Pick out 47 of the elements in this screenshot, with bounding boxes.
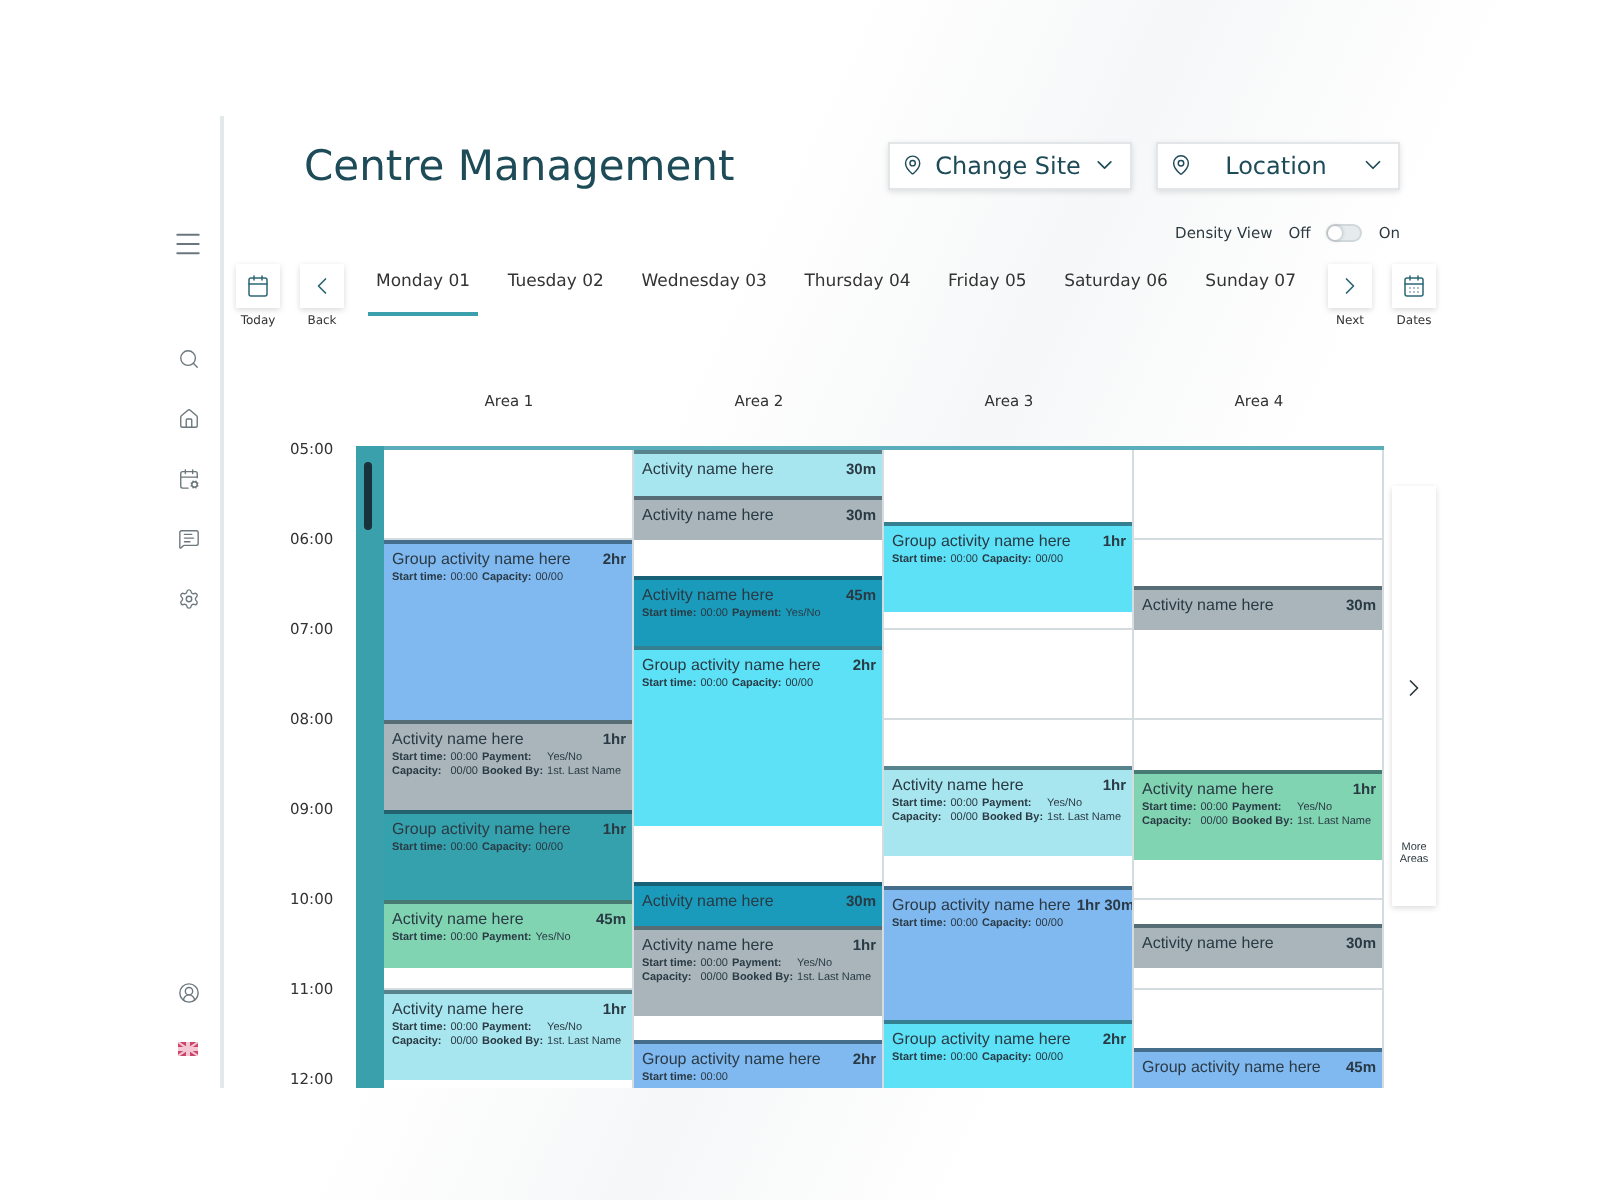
activity-title: Activity name here [642,503,774,526]
activity-title: Activity name here [642,934,774,957]
menu-icon[interactable] [172,228,204,260]
activity-title: Activity name here [642,584,774,607]
activity-title: Activity name here [642,889,774,912]
activity-title: Activity name here [392,728,524,751]
activity-title: Activity name here [392,908,524,931]
home-icon[interactable] [177,408,199,430]
scroll-thumb[interactable] [364,462,372,531]
calendar-icon [1402,273,1426,298]
day-tab[interactable]: Monday 01 [368,263,479,316]
activity-title: Group activity name here [892,893,1071,916]
activity-title: Group activity name here [642,1048,821,1071]
activity-title: Activity name here [642,458,774,481]
today-button[interactable] [236,263,280,308]
map-pin-icon [1170,154,1192,177]
activity-title: Activity name here [892,773,1024,796]
flag-icon [178,1042,198,1056]
dropdown[interactable]: Change Site [888,141,1132,190]
day-tab[interactable]: Sunday 07 [1197,263,1304,316]
activity-title: Activity name here [1142,931,1274,954]
message-icon[interactable] [177,528,199,550]
activity-title: Group activity name here [892,1028,1071,1051]
page-title: Centre Management [304,141,737,190]
dropdown[interactable]: Location [1156,141,1400,190]
day-tab[interactable]: Thursday 04 [796,263,919,316]
density-toggle[interactable] [1326,224,1363,243]
calendar-gear-icon[interactable] [177,468,199,490]
activity-title: Activity name here [392,998,524,1021]
settings-icon[interactable] [177,588,199,610]
map-pin-icon [902,154,924,177]
calendar-icon [246,273,270,298]
activity-title: Group activity name here [392,818,571,841]
search-icon[interactable] [177,348,199,370]
activity-title: Activity name here [1142,593,1274,616]
dates-button[interactable] [1392,263,1436,308]
day-tab[interactable]: Friday 05 [940,263,1035,316]
language-button[interactable] [178,1042,198,1056]
activity-title: Group activity name here [892,530,1071,553]
day-tab[interactable]: Saturday 06 [1056,263,1176,316]
day-tab[interactable]: Tuesday 02 [499,263,612,316]
user-icon[interactable] [177,982,199,1004]
activity-title: Group activity name here [642,653,821,676]
activity-title: Group activity name here [392,548,571,571]
day-tab[interactable]: Wednesday 03 [633,263,775,316]
activity-title: Activity name here [1142,778,1274,801]
activity-title: Group activity name here [1142,1055,1321,1078]
